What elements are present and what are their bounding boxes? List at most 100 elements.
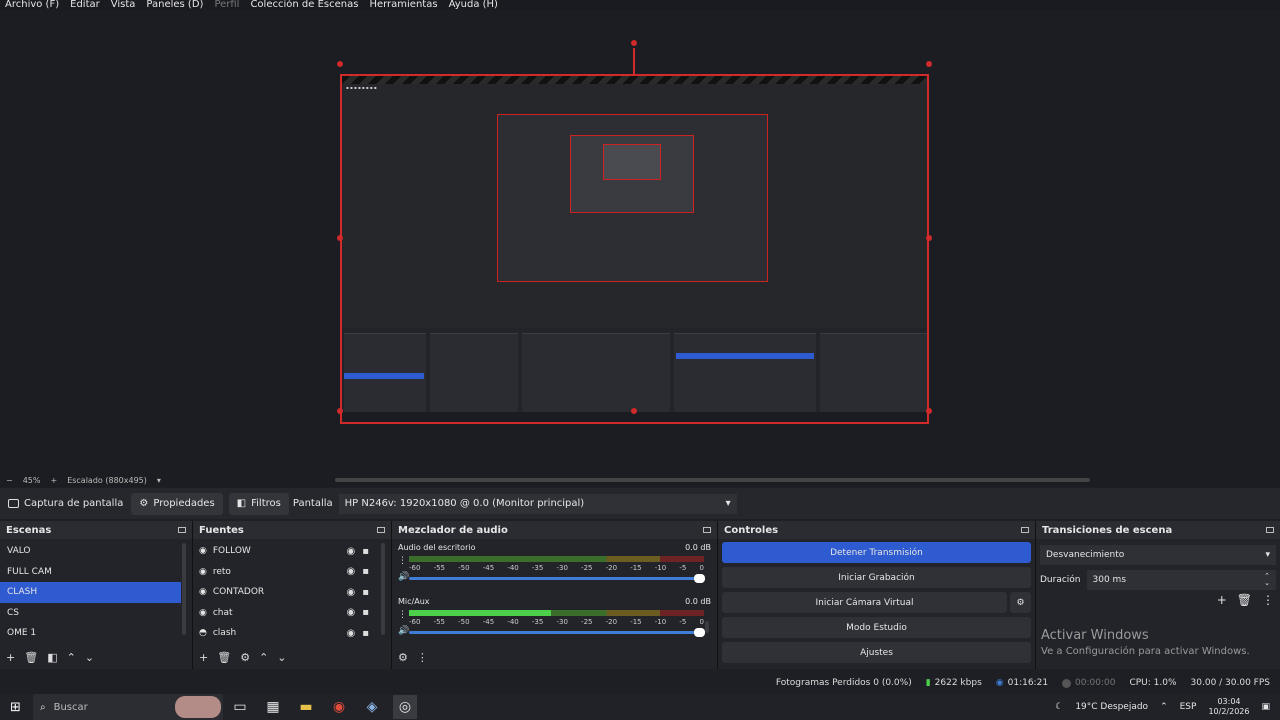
- lock-icon[interactable]: ▪: [362, 566, 369, 577]
- resize-handle-l[interactable]: [337, 235, 343, 241]
- volume-slider[interactable]: [409, 574, 705, 583]
- source-item[interactable]: ◓ clash ◉ ▪: [193, 623, 391, 644]
- volume-slider-knob[interactable]: [694, 628, 705, 637]
- filter-icon[interactable]: ◧: [47, 651, 57, 664]
- lock-icon[interactable]: ▪: [362, 587, 369, 598]
- volume-slider[interactable]: [409, 628, 705, 637]
- start-recording-button[interactable]: Iniciar Grabación: [722, 567, 1031, 588]
- weather-text[interactable]: 19°C Despejado: [1075, 702, 1148, 712]
- notifications-icon[interactable]: ▣: [1261, 702, 1270, 712]
- more-icon[interactable]: ⋮: [398, 610, 407, 620]
- scene-item-selected[interactable]: CLASH: [0, 582, 181, 603]
- resize-handle-br[interactable]: [926, 408, 932, 414]
- scene-item[interactable]: OME 1: [0, 623, 181, 644]
- eye-icon[interactable]: ◉: [346, 607, 355, 618]
- resize-handle-r[interactable]: [926, 235, 932, 241]
- more-icon[interactable]: ⋮: [398, 556, 407, 566]
- eye-icon[interactable]: ◉: [346, 587, 355, 598]
- more-icon[interactable]: ⋮: [1262, 593, 1274, 607]
- source-item[interactable]: ◉ chat ◉ ▪: [193, 603, 391, 624]
- arrow-down-icon[interactable]: ⌄: [85, 651, 94, 664]
- scale-dropdown-icon[interactable]: ▾: [157, 476, 161, 485]
- scene-item[interactable]: CS: [0, 603, 181, 624]
- source-item[interactable]: ◉ CONTADOR ◉ ▪: [193, 582, 391, 603]
- taskbar-search[interactable]: ⌕ Buscar: [33, 694, 223, 720]
- resize-handle-b[interactable]: [631, 408, 637, 414]
- start-vcam-button[interactable]: Iniciar Cámara Virtual: [722, 592, 1007, 613]
- scenes-scrollbar[interactable]: [182, 543, 186, 635]
- link-gear-icon[interactable]: ⚙: [398, 651, 408, 664]
- menu-vista[interactable]: Vista: [111, 0, 136, 10]
- monitor-select[interactable]: HP N246v: 1920x1080 @ 0.0 (Monitor princ…: [338, 493, 737, 514]
- undock-icon[interactable]: [703, 527, 711, 533]
- lock-icon[interactable]: ▪: [362, 628, 369, 639]
- menu-ayuda[interactable]: Ayuda (H): [449, 0, 498, 10]
- zoom-out-button[interactable]: −: [6, 476, 13, 485]
- screen-label: Pantalla: [292, 498, 333, 509]
- undock-icon[interactable]: [377, 527, 385, 533]
- resize-handle-bl[interactable]: [337, 408, 343, 414]
- undock-icon[interactable]: [1266, 527, 1274, 533]
- studio-mode-button[interactable]: Modo Estudio: [722, 617, 1031, 638]
- arrow-up-icon[interactable]: ⌃: [67, 651, 76, 664]
- filters-button[interactable]: ◧ Filtros: [228, 492, 289, 515]
- sources-scrollbar[interactable]: [381, 543, 385, 635]
- eye-icon[interactable]: ◉: [346, 546, 355, 557]
- add-icon[interactable]: +: [1217, 593, 1227, 607]
- windows-start-icon[interactable]: ⊞: [10, 700, 21, 715]
- lock-icon[interactable]: ▪: [362, 546, 369, 557]
- spinner-icon[interactable]: ⌃ ⌄: [1264, 573, 1270, 587]
- scene-item[interactable]: VALO: [0, 541, 181, 562]
- menu-archivo[interactable]: Archivo (F): [5, 0, 59, 10]
- source-item[interactable]: ◉ FOLLOW ◉ ▪: [193, 541, 391, 562]
- settings-button[interactable]: Ajustes: [722, 642, 1031, 663]
- vcam-gear-icon[interactable]: ⚙: [1010, 592, 1031, 613]
- trash-icon[interactable]: 🗑: [1237, 593, 1252, 607]
- preview-area[interactable]: ▪ ▪ ▪ ▪ ▪ ▪ ▪ ▪: [0, 10, 1280, 473]
- menu-herramientas[interactable]: Herramientas: [369, 0, 437, 10]
- menu-editar[interactable]: Editar: [70, 0, 100, 10]
- stop-stream-button[interactable]: Detener Transmisión: [722, 542, 1031, 563]
- add-icon[interactable]: +: [6, 651, 15, 664]
- steam-icon[interactable]: ◈: [360, 695, 384, 719]
- chevron-up-icon[interactable]: ⌃: [1160, 702, 1168, 712]
- mixer-scrollbar[interactable]: [705, 621, 709, 633]
- resize-handle-tl[interactable]: [337, 61, 343, 67]
- arrow-up-icon[interactable]: ⌃: [259, 651, 268, 664]
- properties-button[interactable]: ⚙ Propiedades: [131, 492, 223, 515]
- volume-slider-knob[interactable]: [694, 574, 705, 583]
- gear-icon[interactable]: ⚙: [240, 651, 250, 664]
- eye-icon[interactable]: ◉: [346, 628, 355, 639]
- language-indicator[interactable]: ESP: [1180, 702, 1197, 712]
- clock[interactable]: 03:04 10/2/2026: [1208, 697, 1249, 717]
- scene-item[interactable]: FULL CAM: [0, 562, 181, 583]
- source-item[interactable]: ◉ reto ◉ ▪: [193, 562, 391, 583]
- duration-input[interactable]: 300 ms ⌃ ⌄: [1086, 570, 1276, 590]
- undock-icon[interactable]: [1021, 527, 1029, 533]
- trash-icon[interactable]: 🗑: [24, 651, 38, 664]
- chrome-icon[interactable]: ◉: [327, 695, 351, 719]
- arrow-down-icon[interactable]: ⌄: [277, 651, 286, 664]
- preview-source-capture[interactable]: ▪ ▪ ▪ ▪ ▪ ▪ ▪ ▪: [340, 74, 929, 424]
- trash-icon[interactable]: 🗑: [217, 651, 231, 664]
- store-icon[interactable]: ▦: [261, 695, 285, 719]
- zoom-in-button[interactable]: +: [50, 476, 57, 485]
- rotate-handle[interactable]: [631, 40, 637, 46]
- add-icon[interactable]: +: [199, 651, 208, 664]
- eye-icon[interactable]: ◉: [346, 566, 355, 577]
- speaker-icon[interactable]: 🔊: [398, 572, 409, 582]
- menu-coleccion-escenas[interactable]: Colección de Escenas: [250, 0, 358, 10]
- lock-icon[interactable]: ▪: [362, 607, 369, 618]
- task-view-icon[interactable]: ▭: [228, 695, 252, 719]
- speaker-icon[interactable]: 🔊: [398, 626, 409, 636]
- undock-icon[interactable]: [178, 527, 186, 533]
- resize-handle-tr[interactable]: [926, 61, 932, 67]
- more-icon[interactable]: ⋮: [417, 651, 428, 664]
- source-label: FOLLOW: [212, 546, 251, 557]
- obs-icon[interactable]: ◎: [393, 695, 417, 719]
- menu-paneles[interactable]: Paneles (D): [146, 0, 203, 10]
- menu-perfil[interactable]: Perfil: [214, 0, 239, 10]
- preview-horizontal-scrollbar[interactable]: [335, 478, 1090, 482]
- file-explorer-icon[interactable]: ▬: [294, 695, 318, 719]
- transition-select[interactable]: Desvanecimiento ▾: [1040, 545, 1276, 565]
